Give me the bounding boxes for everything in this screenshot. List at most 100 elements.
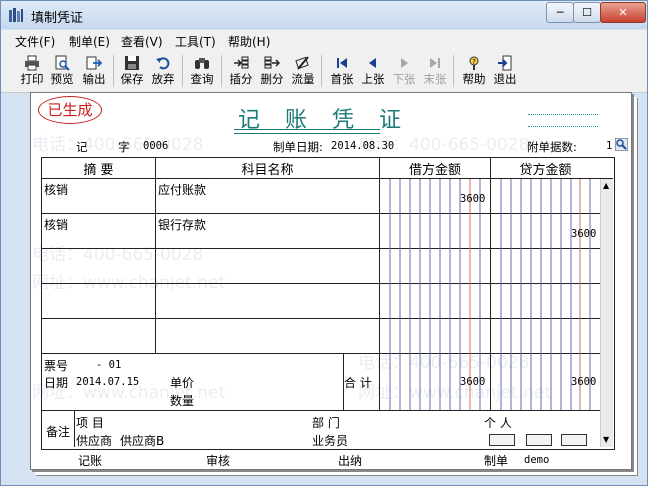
print-label: 打印 (20, 72, 44, 86)
cash-flow-label: 流量 (291, 72, 315, 86)
previous-voucher-button[interactable]: 上张 (358, 53, 388, 89)
first-voucher-button[interactable]: 首张 (327, 53, 357, 89)
first-voucher-label: 首张 (330, 72, 354, 86)
cashier-label: 出纳 (338, 454, 363, 468)
insert-row-icon (234, 56, 249, 69)
next-voucher-button[interactable]: 下张 (389, 53, 419, 89)
date-label: 制单日期: (273, 140, 323, 154)
remarks-label: 备注 (46, 425, 71, 439)
export-button[interactable]: 输出 (79, 53, 109, 89)
amount-digit-grid (389, 179, 591, 410)
grid-line (41, 410, 600, 411)
flow-icon (295, 56, 309, 70)
project-label: 项 目 (76, 416, 104, 430)
menu-bar: 文件(F) 制单(E) 查看(V) 工具(T) 帮助(H) (1, 30, 647, 50)
svg-text:?: ? (472, 58, 476, 66)
auditor-label: 审核 (206, 454, 231, 468)
col-summary: 摘 要 (83, 163, 114, 178)
last-voucher-button[interactable]: 末张 (420, 53, 450, 89)
discard-label: 放弃 (151, 72, 175, 86)
next-voucher-label: 下张 (392, 72, 416, 86)
export-icon (86, 56, 102, 70)
scroll-down-icon[interactable]: ▼ (603, 435, 609, 444)
delete-entry-button[interactable]: 删分 (257, 53, 287, 89)
delete-row-icon (264, 56, 280, 69)
save-label: 保存 (120, 72, 144, 86)
keyboard-icon[interactable] (526, 434, 552, 446)
voucher-number[interactable]: 0006 (143, 140, 168, 152)
ticket-date[interactable]: 2014.07.15 (76, 376, 139, 388)
exit-icon (498, 55, 512, 71)
undo-icon (156, 57, 170, 70)
last-icon (430, 58, 440, 68)
query-button[interactable]: 查询 (187, 53, 217, 89)
toolbar-divider (182, 55, 183, 87)
col-credit: 贷方金额 (519, 163, 572, 178)
toolbar-divider (453, 55, 454, 87)
toolbar-divider (221, 55, 222, 87)
preparer-label: 制单 (484, 454, 509, 468)
quantity-label: 数量 (170, 394, 195, 408)
row-2-summary[interactable]: 核销 (44, 216, 68, 233)
exit-button[interactable]: 退出 (490, 53, 520, 89)
cash-flow-button[interactable]: 流量 (288, 53, 318, 89)
save-icon (125, 56, 139, 70)
person-label: 个 人 (484, 416, 512, 430)
row-2-account[interactable]: 银行存款 (158, 216, 206, 233)
preparer-name: demo (524, 454, 550, 466)
grid-line (155, 158, 156, 353)
scroll-up-icon[interactable]: ▲ (603, 181, 609, 190)
menu-help[interactable]: 帮助(H) (228, 33, 270, 50)
total-debit: 3600 (460, 376, 486, 388)
maximize-button[interactable]: ☐ (573, 2, 601, 23)
print-button[interactable]: 打印 (17, 53, 47, 89)
toolbar-divider (113, 55, 114, 87)
status-stamp: 已生成 (38, 96, 102, 124)
export-label: 输出 (82, 72, 106, 86)
app-books-icon (9, 8, 23, 22)
department-label: 部 门 (312, 416, 340, 430)
preview-button[interactable]: 预览 (47, 53, 77, 89)
save-button[interactable]: 保存 (117, 53, 147, 89)
close-button[interactable]: ✕ (600, 2, 646, 23)
grid-line (74, 410, 75, 447)
ticket-label: 票号 (44, 359, 69, 373)
card-icon[interactable] (489, 434, 515, 446)
attachments-count[interactable]: 1 (606, 140, 612, 152)
delete-entry-label: 删分 (260, 72, 284, 86)
ticket-number[interactable]: - 01 (96, 359, 121, 371)
dotted-line (528, 114, 598, 115)
row-1-summary[interactable]: 核销 (44, 181, 68, 198)
insert-entry-button[interactable]: 插分 (226, 53, 256, 89)
previous-voucher-label: 上张 (361, 72, 385, 86)
menu-tools[interactable]: 工具(T) (175, 33, 216, 50)
search-icon[interactable] (615, 138, 628, 151)
total-label: 合 计 (344, 376, 372, 390)
minimize-button[interactable]: ─ (546, 2, 574, 23)
help-button[interactable]: ? 帮助 (459, 53, 489, 89)
menu-view[interactable]: 查看(V) (121, 33, 163, 50)
col-account: 科目名称 (241, 163, 294, 178)
insert-entry-label: 插分 (229, 72, 253, 86)
binoculars-icon (195, 58, 209, 69)
menu-voucher[interactable]: 制单(E) (69, 33, 110, 50)
row-2-credit[interactable]: 3600 (571, 228, 596, 240)
last-voucher-label: 末张 (423, 72, 447, 86)
voucher-type[interactable]: 记 (76, 139, 88, 155)
discard-button[interactable]: 放弃 (148, 53, 178, 89)
toolbar-divider (321, 55, 322, 87)
clear-icon[interactable] (561, 434, 587, 446)
attachments-label: 附单据数: (527, 140, 577, 154)
voucher-date[interactable]: 2014.08.30 (331, 140, 394, 152)
exit-label: 退出 (493, 72, 517, 86)
vertical-scrollbar[interactable]: ▲ ▼ (600, 179, 613, 447)
col-debit: 借方金额 (408, 163, 461, 178)
window-title: 填制凭证 (31, 11, 84, 26)
row-1-debit[interactable]: 3600 (460, 193, 485, 205)
menu-file[interactable]: 文件(F) (15, 33, 55, 50)
supplier-value[interactable]: 供应商B (120, 432, 164, 449)
preview-icon (55, 55, 70, 71)
title-underline (234, 129, 380, 134)
toolbar: 打印 预览 输出 保存 放弃 查询 插分 删分 流量 首张 上张 下张 末张 ?… (1, 50, 647, 93)
row-1-account[interactable]: 应付账款 (158, 181, 206, 198)
